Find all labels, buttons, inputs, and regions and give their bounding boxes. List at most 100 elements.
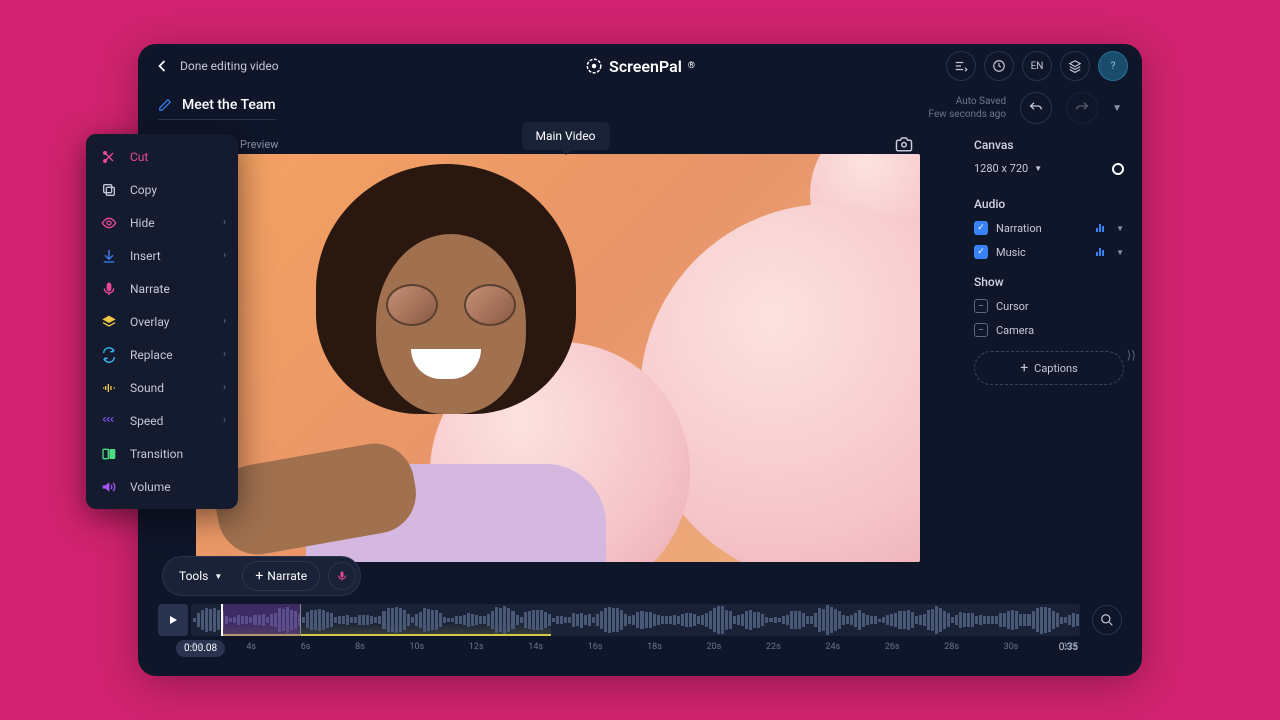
history-icon (992, 59, 1006, 73)
insert-icon (100, 247, 118, 265)
autosave-status: Auto Saved Few seconds ago (928, 95, 1006, 121)
hide-icon (100, 214, 118, 232)
language-button[interactable]: EN (1022, 51, 1052, 81)
sound-icon (100, 379, 118, 397)
queue-icon (954, 59, 968, 73)
canvas-color-button[interactable] (1112, 163, 1124, 175)
timeline-track-row (158, 602, 1122, 638)
narration-checkbox[interactable]: ✓ (974, 221, 988, 235)
help-button[interactable]: ? (1098, 51, 1128, 81)
menu-item-hide[interactable]: Hide› (86, 206, 238, 239)
audio-level-icon (1096, 248, 1104, 256)
audio-music-row[interactable]: ✓ Music ▼ (974, 245, 1124, 259)
edit-icon (158, 98, 172, 112)
layers-icon (1068, 59, 1082, 73)
audio-heading: Audio (974, 197, 1124, 211)
undo-icon (1028, 100, 1044, 116)
waveform (191, 604, 1080, 636)
project-title-text: Meet the Team (182, 97, 276, 113)
topbar: Done editing video ScreenPal® EN ? (138, 44, 1142, 88)
show-heading: Show (974, 275, 1124, 289)
tools-context-menu: CutCopyHide›Insert›NarrateOverlay›Replac… (86, 134, 238, 509)
menu-item-narrate[interactable]: Narrate (86, 272, 238, 305)
logo-icon (585, 57, 603, 75)
topbar-actions: EN ? (946, 51, 1128, 81)
project-title[interactable]: Meet the Team (158, 97, 276, 120)
canvas-heading: Canvas (974, 138, 1124, 152)
video-preview[interactable] (196, 154, 920, 562)
play-icon (167, 614, 179, 626)
total-time-label: 0:35 (1059, 642, 1078, 653)
time-ruler: 2s4s6s8s10s12s14s16s18s20s22s24s26s28s30… (192, 642, 1078, 652)
menu-item-sound[interactable]: Sound› (86, 371, 238, 404)
chevron-right-icon: › (223, 382, 226, 393)
menu-item-transition[interactable]: Transition (86, 437, 238, 470)
brand-logo: ScreenPal® (585, 57, 695, 76)
redo-icon (1074, 100, 1090, 116)
menu-item-cut[interactable]: Cut (86, 140, 238, 173)
history-dropdown[interactable]: ▼ (1112, 103, 1122, 114)
queue-button[interactable] (946, 51, 976, 81)
replace-icon (100, 346, 118, 364)
mic-button[interactable] (328, 562, 356, 590)
camera-toggle[interactable]: − (974, 323, 988, 337)
menu-item-copy[interactable]: Copy (86, 173, 238, 206)
chevron-right-icon: › (223, 250, 226, 261)
mic-icon (336, 570, 348, 582)
plus-icon: + (255, 568, 263, 584)
show-cursor-row[interactable]: − Cursor (974, 299, 1124, 313)
app-window: Done editing video ScreenPal® EN ? Meet … (138, 44, 1142, 676)
properties-panel: Canvas 1280 x 720 ▼ Audio ✓ Narration ▼ … (974, 138, 1124, 385)
chevron-down-icon: ▼ (1034, 164, 1042, 173)
menu-item-insert[interactable]: Insert› (86, 239, 238, 272)
collapse-panel-button[interactable]: ⟩⟩ (1127, 348, 1136, 362)
menu-item-replace[interactable]: Replace› (86, 338, 238, 371)
title-row: Meet the Team Auto Saved Few seconds ago… (138, 88, 1142, 128)
transition-icon (100, 445, 118, 463)
search-icon (1100, 613, 1114, 627)
add-captions-button[interactable]: + Captions (974, 351, 1124, 385)
canvas-size-selector[interactable]: 1280 x 720 ▼ (974, 162, 1124, 175)
chevron-down-icon[interactable]: ▼ (1116, 224, 1124, 233)
timeline-area: Tools▼ +Narrate 0:00.08 2s4s6s8s10s12s14… (158, 556, 1122, 676)
menu-item-speed[interactable]: Speed› (86, 404, 238, 437)
chevron-down-icon: ▼ (214, 572, 222, 581)
tools-dropdown[interactable]: Tools▼ (167, 563, 234, 589)
back-button[interactable]: Done editing video (152, 56, 279, 76)
chevron-right-icon: › (223, 415, 226, 426)
mic-icon (100, 280, 118, 298)
layers-button[interactable] (1060, 51, 1090, 81)
title-right-controls: Auto Saved Few seconds ago ▼ (928, 92, 1122, 124)
music-checkbox[interactable]: ✓ (974, 245, 988, 259)
play-button[interactable] (158, 604, 188, 636)
overlay-icon (100, 313, 118, 331)
show-camera-row[interactable]: − Camera (974, 323, 1124, 337)
overlay-label-tooltip: Main Video (521, 122, 609, 150)
zoom-button[interactable] (1092, 605, 1122, 635)
speed-icon (100, 412, 118, 430)
timeline-track[interactable] (191, 604, 1080, 636)
volume-icon (100, 478, 118, 496)
audio-level-icon (1096, 224, 1104, 232)
menu-item-overlay[interactable]: Overlay› (86, 305, 238, 338)
snapshot-button[interactable] (895, 135, 913, 153)
menu-item-volume[interactable]: Volume (86, 470, 238, 503)
narrate-button[interactable]: +Narrate (242, 561, 320, 591)
history-button[interactable] (984, 51, 1014, 81)
audio-narration-row[interactable]: ✓ Narration ▼ (974, 221, 1124, 235)
redo-button[interactable] (1066, 92, 1098, 124)
timeline-controls: Tools▼ +Narrate (162, 556, 361, 596)
done-editing-label: Done editing video (180, 59, 279, 73)
cursor-toggle[interactable]: − (974, 299, 988, 313)
chevron-right-icon: › (223, 349, 226, 360)
chevron-right-icon: › (223, 316, 226, 327)
cut-icon (100, 148, 118, 166)
chevron-down-icon[interactable]: ▼ (1116, 248, 1124, 257)
chevron-right-icon: › (223, 217, 226, 228)
back-arrow-icon (152, 56, 172, 76)
timeline-selection[interactable] (221, 604, 301, 636)
playhead[interactable] (221, 604, 223, 636)
plus-icon: + (1020, 360, 1028, 376)
undo-button[interactable] (1020, 92, 1052, 124)
preview-label: Preview (240, 138, 278, 151)
